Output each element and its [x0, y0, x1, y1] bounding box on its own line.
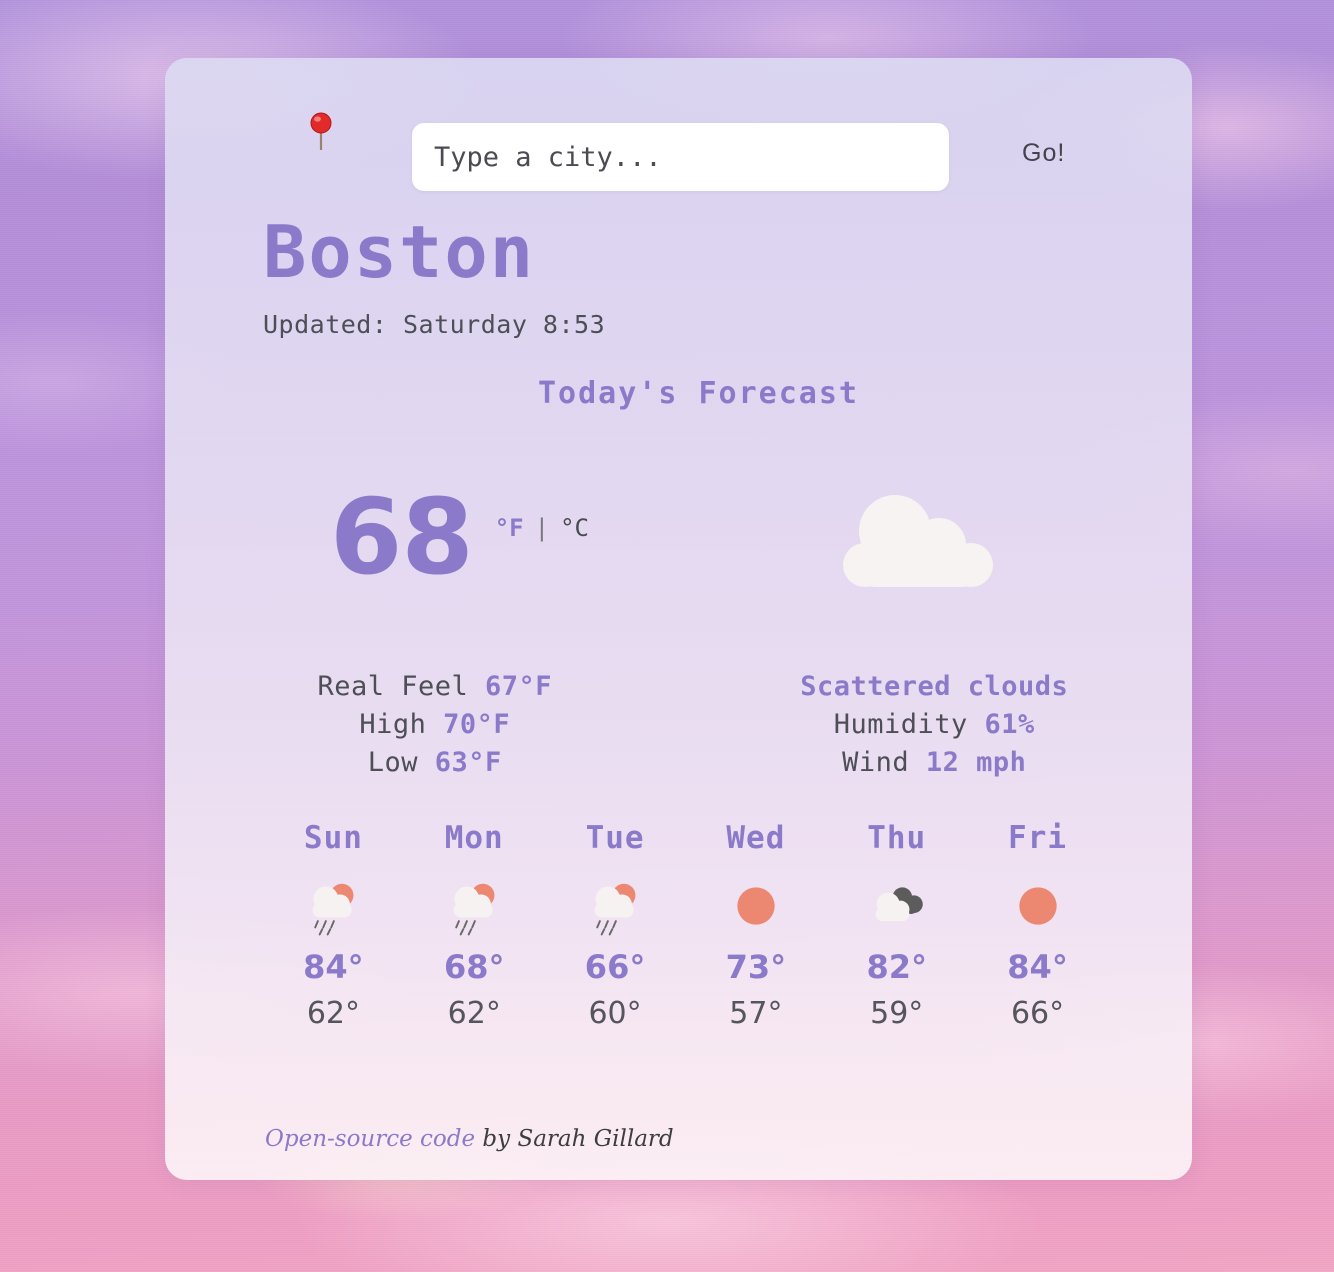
- unit-toggle[interactable]: °F | °C: [495, 514, 589, 542]
- forecast-low: 59°: [870, 996, 924, 1031]
- weather-details: Real Feel 67°F High 70°F Low 63°F Scatte…: [165, 668, 1192, 782]
- humidity-label: Humidity: [833, 709, 968, 741]
- author-credit-text: by Sarah Gillard: [475, 1126, 674, 1152]
- forecast-low: 62°: [447, 996, 501, 1031]
- forecast-day-label: Wed: [726, 820, 786, 856]
- search-bar: Go!: [165, 89, 1192, 191]
- forecast-day-mon[interactable]: Mon 68° 62°: [404, 820, 545, 1031]
- forecast-day-wed[interactable]: Wed 73° 57°: [685, 820, 826, 1031]
- humidity-row: Humidity 61%: [685, 706, 1185, 744]
- celsius-unit-link[interactable]: °C: [560, 514, 589, 542]
- details-column-right: Scattered clouds Humidity 61% Wind 12 mp…: [685, 668, 1185, 782]
- forecast-low: 62°: [306, 996, 360, 1031]
- round-pushpin-icon: [308, 111, 334, 151]
- weekly-forecast: Sun 84° 62° Mon 68° 62° Tue 66° 60° Wed …: [263, 820, 1108, 1031]
- sun-icon: [685, 870, 826, 942]
- forecast-day-label: Thu: [867, 820, 927, 856]
- forecast-day-label: Sun: [303, 820, 363, 856]
- fahrenheit-unit-link[interactable]: °F: [495, 514, 524, 542]
- real-feel-value: 67°F: [485, 671, 553, 702]
- wind-row: Wind 12 mph: [685, 744, 1185, 782]
- forecast-day-label: Mon: [444, 820, 504, 856]
- open-source-code-link[interactable]: Open-source code: [265, 1126, 475, 1152]
- high-label: High: [359, 709, 427, 741]
- low-row: Low 63°F: [185, 744, 685, 782]
- forecast-low: 60°: [588, 996, 642, 1031]
- forecast-low: 66°: [1010, 996, 1065, 1031]
- wind-value: 12 mph: [925, 747, 1027, 779]
- page-title: Boston: [263, 210, 536, 294]
- current-temperature: 68: [330, 476, 474, 598]
- wind-label: Wind: [842, 747, 910, 779]
- last-updated-text: Updated: Saturday 8:53: [263, 310, 606, 339]
- sun-behind-rain-cloud-icon: [545, 870, 686, 942]
- forecast-high: 84°: [303, 948, 364, 986]
- details-column-left: Real Feel 67°F High 70°F Low 63°F: [185, 668, 685, 782]
- low-value: 63°F: [434, 747, 502, 779]
- forecast-high: 73°: [725, 948, 787, 986]
- broken-clouds-icon: [826, 870, 967, 942]
- weather-description: Scattered clouds: [800, 671, 1069, 702]
- real-feel-label: Real Feel: [317, 671, 469, 702]
- humidity-value: 61%: [984, 709, 1035, 741]
- weather-card: Go! Boston Updated: Saturday 8:53 Today'…: [165, 58, 1192, 1180]
- footer-credit: Open-source code by Sarah Gillard: [265, 1126, 674, 1152]
- forecast-day-label: Tue: [585, 820, 645, 856]
- forecast-day-sun[interactable]: Sun 84° 62°: [263, 820, 404, 1031]
- forecast-high: 84°: [1007, 948, 1068, 986]
- high-value: 70°F: [443, 709, 511, 741]
- current-conditions: 68 °F | °C: [330, 476, 589, 598]
- forecast-high: 68°: [443, 948, 505, 986]
- cloud-icon: [833, 483, 1003, 603]
- forecast-high: 82°: [866, 948, 927, 986]
- search-input[interactable]: [412, 123, 949, 191]
- low-label: Low: [367, 747, 418, 779]
- sun-behind-rain-cloud-icon: [263, 870, 404, 942]
- sun-icon: [967, 870, 1108, 942]
- forecast-low: 57°: [729, 996, 783, 1031]
- forecast-day-tue[interactable]: Tue 66° 60°: [545, 820, 686, 1031]
- real-feel-row: Real Feel 67°F: [185, 668, 685, 706]
- todays-forecast-heading: Today's Forecast: [538, 376, 859, 411]
- forecast-day-fri[interactable]: Fri 84° 66°: [967, 820, 1108, 1031]
- high-row: High 70°F: [185, 706, 685, 744]
- forecast-day-label: Fri: [1008, 820, 1068, 856]
- forecast-day-thu[interactable]: Thu 82° 59°: [826, 820, 967, 1031]
- sun-behind-rain-cloud-icon: [404, 870, 545, 942]
- forecast-high: 66°: [584, 948, 646, 986]
- unit-separator: |: [534, 514, 550, 542]
- go-button[interactable]: Go!: [1022, 139, 1065, 168]
